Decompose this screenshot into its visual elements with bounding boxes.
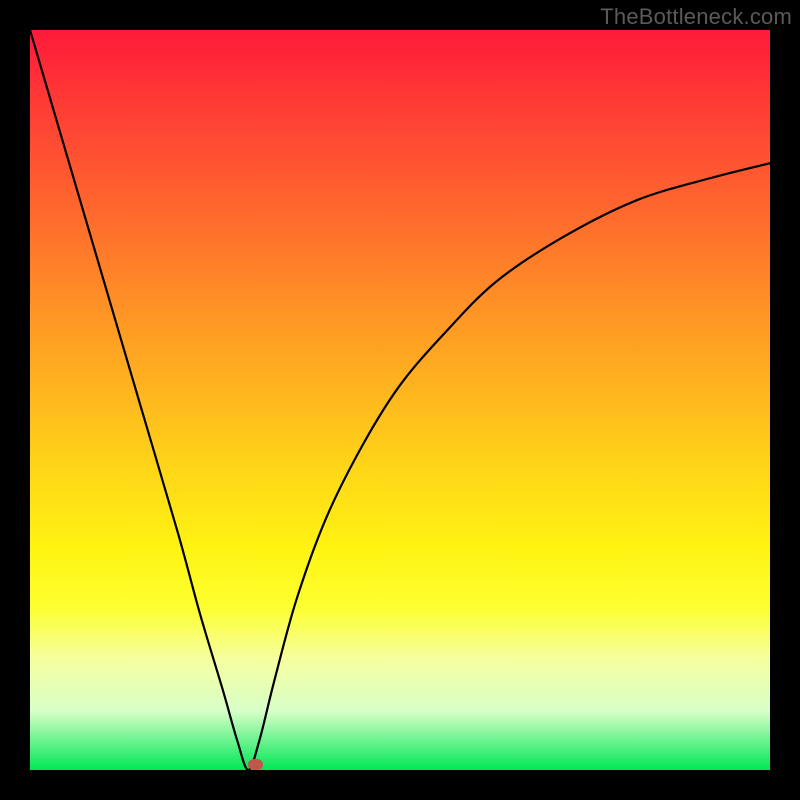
bottleneck-curve-path bbox=[30, 30, 770, 770]
curve-svg bbox=[30, 30, 770, 770]
watermark-text: TheBottleneck.com bbox=[600, 4, 792, 30]
plot-area bbox=[30, 30, 770, 770]
minimum-marker bbox=[248, 759, 263, 770]
chart-frame: TheBottleneck.com bbox=[0, 0, 800, 800]
